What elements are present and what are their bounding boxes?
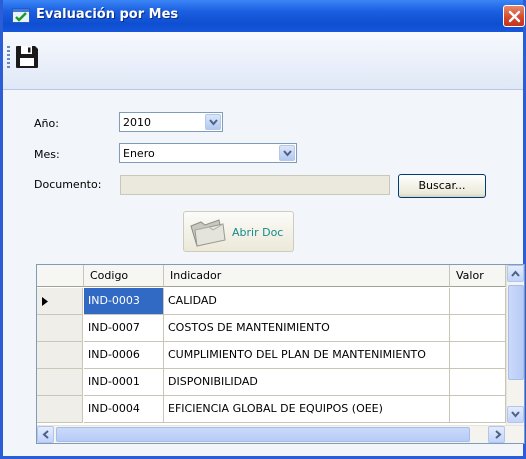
window-title: Evaluación por Mes [36, 7, 179, 22]
anio-label: Año: [34, 117, 59, 130]
chevron-down-icon [511, 411, 520, 418]
abrir-doc-label: Abrir Doc [232, 226, 284, 239]
toolbar [3, 32, 523, 90]
mes-combobox[interactable]: Enero [119, 143, 297, 163]
cell-indicador[interactable]: DISPONIBILIDAD [164, 369, 450, 396]
indicadores-grid[interactable]: Codigo Indicador Valor IND-0003 CALIDAD IN… [36, 264, 525, 444]
cell-indicador[interactable]: CUMPLIMIENTO DEL PLAN DE MANTENIMIENTO [164, 342, 450, 369]
buscar-button[interactable]: Buscar... [398, 174, 486, 198]
cell-indicador[interactable]: CALIDAD [164, 288, 450, 315]
anio-combobox[interactable]: 2010 [119, 112, 223, 132]
cell-codigo[interactable]: IND-0004 [84, 396, 164, 423]
close-icon [508, 10, 521, 23]
cell-codigo[interactable]: IND-0001 [84, 369, 164, 396]
row-header[interactable] [37, 288, 83, 315]
row-pointer-icon [42, 297, 48, 306]
cell-valor[interactable] [450, 288, 506, 315]
cell-valor[interactable] [450, 396, 506, 423]
main-window: Evaluación por Mes Año: 2010 Mes: Enero … [0, 0, 526, 459]
chevron-down-icon [283, 150, 292, 157]
row-header[interactable] [37, 369, 83, 396]
row-header[interactable] [37, 315, 83, 342]
abrir-doc-button[interactable]: Abrir Doc [183, 211, 294, 252]
scroll-up-button[interactable] [507, 265, 524, 282]
form-icon [12, 8, 30, 23]
cell-codigo[interactable]: IND-0003 [84, 288, 164, 315]
chevron-right-icon [495, 430, 502, 439]
chevron-down-icon [209, 119, 218, 126]
column-header-indicador[interactable]: Indicador [164, 265, 450, 287]
horizontal-scrollbar[interactable] [37, 425, 524, 443]
mes-value: Enero [123, 147, 155, 160]
scroll-left-button[interactable] [37, 426, 54, 443]
row-header[interactable] [37, 396, 83, 423]
folder-icon [190, 219, 226, 247]
title-bar[interactable]: Evaluación por Mes [3, 0, 525, 32]
scroll-right-button[interactable] [488, 426, 505, 443]
vertical-scrollbar[interactable] [506, 265, 524, 425]
close-button[interactable] [503, 5, 525, 27]
column-header-valor[interactable]: Valor [450, 265, 506, 287]
column-header-codigo[interactable]: Codigo [84, 265, 164, 287]
cell-valor[interactable] [450, 315, 506, 342]
row-header[interactable] [37, 342, 83, 369]
cell-codigo[interactable]: IND-0006 [84, 342, 164, 369]
vertical-scroll-thumb[interactable] [508, 285, 524, 380]
documento-label: Documento: [34, 178, 102, 191]
save-button[interactable] [14, 44, 40, 70]
grid-corner-header [37, 265, 84, 287]
anio-dropdown-button[interactable] [205, 114, 221, 130]
mes-label: Mes: [34, 148, 60, 161]
cell-codigo[interactable]: IND-0007 [84, 315, 164, 342]
scroll-down-button[interactable] [507, 406, 524, 423]
horizontal-scroll-thumb[interactable] [56, 427, 470, 442]
mes-dropdown-button[interactable] [279, 145, 295, 161]
floppy-disk-icon [16, 46, 38, 68]
cell-indicador[interactable]: COSTOS DE MANTENIMIENTO [164, 315, 450, 342]
anio-value: 2010 [123, 116, 151, 129]
toolbar-grip[interactable] [7, 46, 10, 68]
chevron-up-icon [511, 270, 520, 277]
cell-valor[interactable] [450, 342, 506, 369]
chevron-left-icon [42, 430, 49, 439]
cell-indicador[interactable]: EFICIENCIA GLOBAL DE EQUIPOS (OEE) [164, 396, 450, 423]
documento-field[interactable] [120, 175, 390, 195]
cell-valor[interactable] [450, 369, 506, 396]
